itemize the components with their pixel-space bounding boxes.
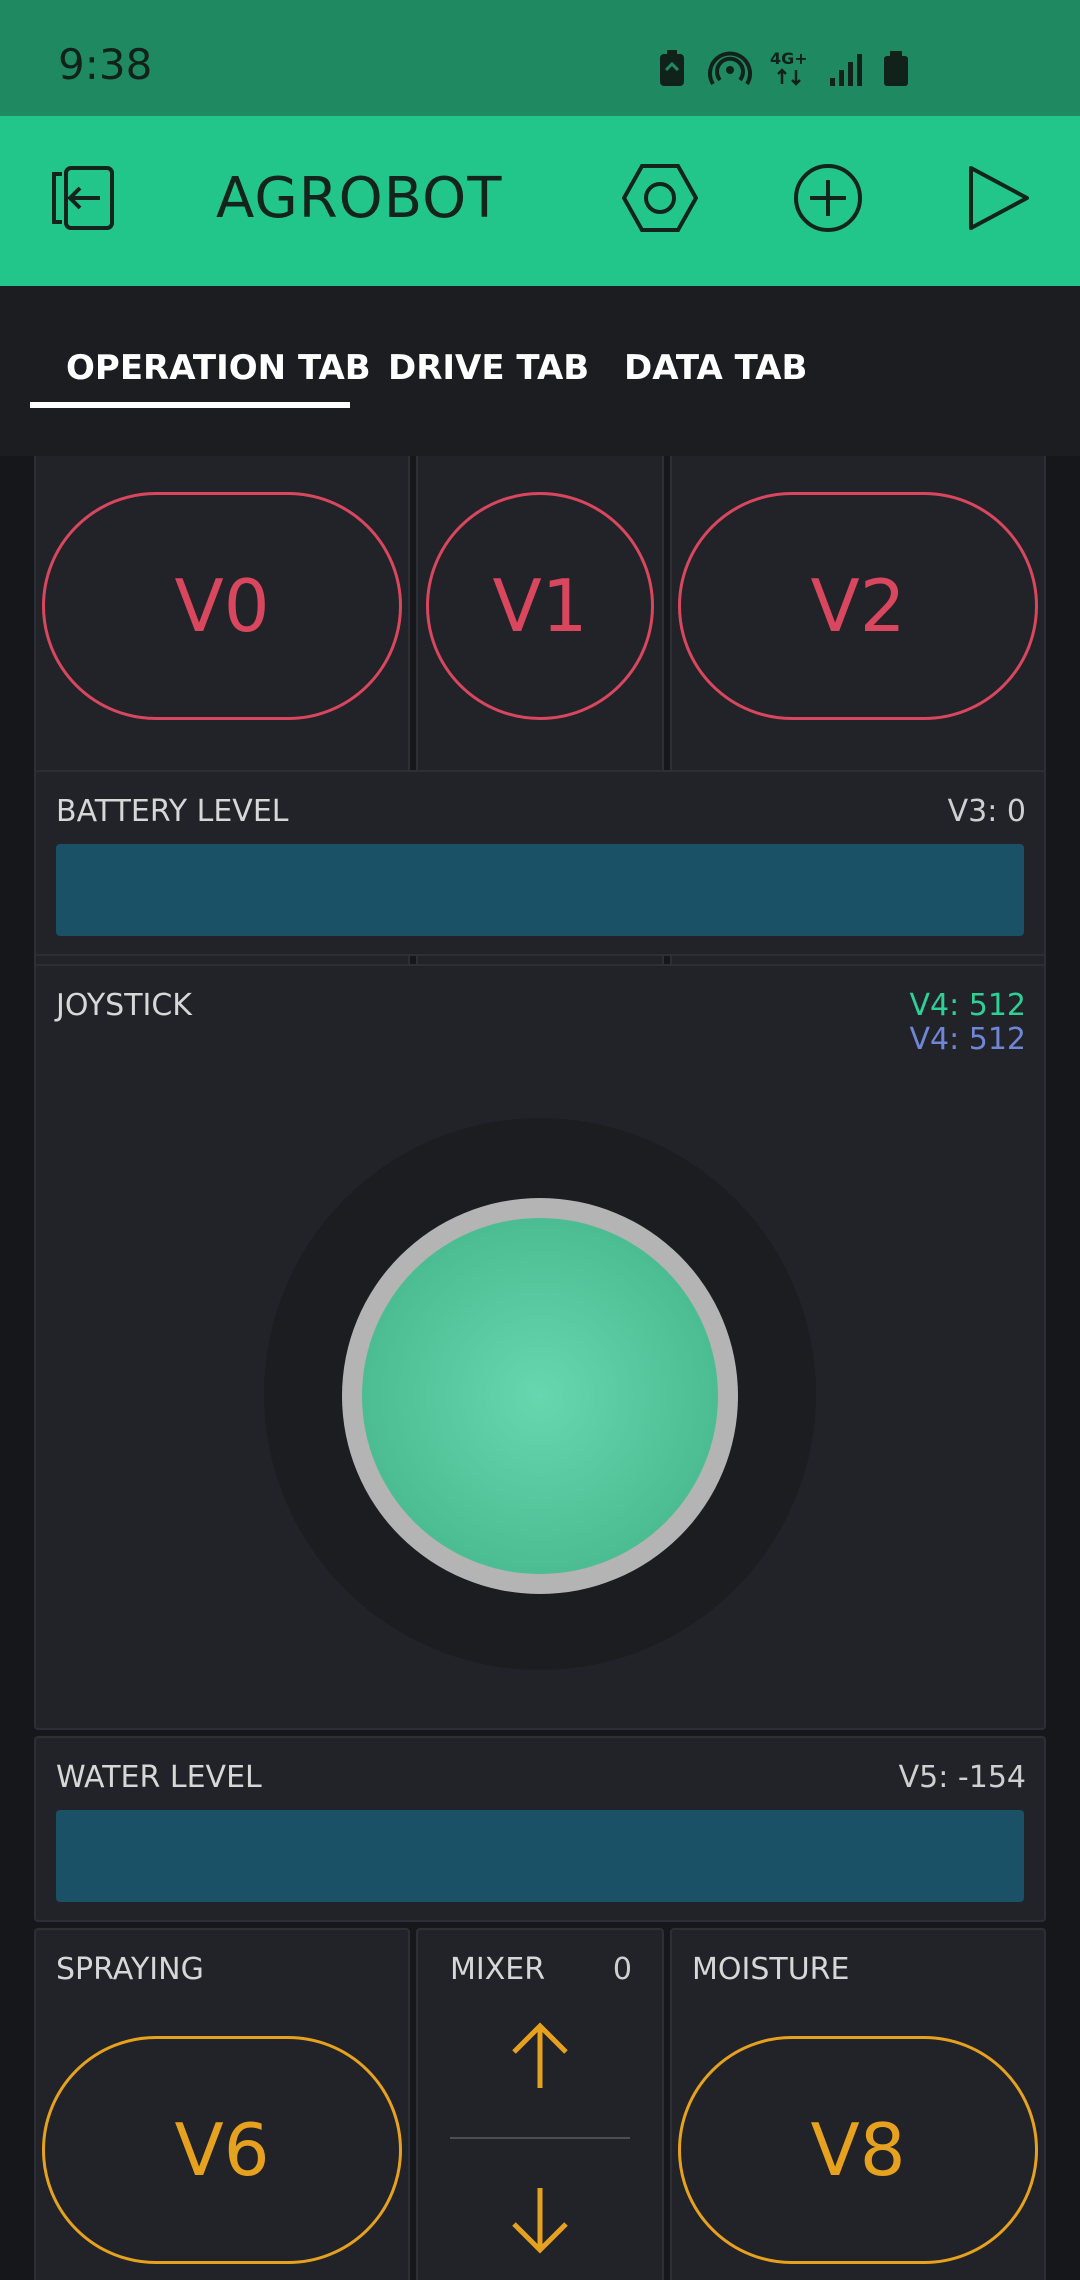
battery-level-pin: V3: 0	[947, 794, 1026, 829]
play-button[interactable]	[958, 160, 1038, 240]
battery-level-widget: BATTERY LEVEL V3: 0	[34, 770, 1046, 956]
exit-button[interactable]	[44, 160, 124, 240]
water-level-bar	[56, 1810, 1024, 1902]
tab-drive[interactable]: DRIVE TAB	[388, 348, 589, 388]
mixer-value: 0	[612, 1952, 632, 1987]
joystick-y-pin: V4: 512	[909, 1022, 1026, 1057]
widget-canvas[interactable]: V0 V1 V2 BATTERY LEVEL V3: 0 JOYSTICK V4…	[0, 456, 1080, 2280]
network-4g-icon: 4G+	[770, 50, 810, 88]
water-level-pin: V5: -154	[898, 1760, 1026, 1795]
spraying-label: SPRAYING	[56, 1952, 204, 1987]
mixer-label: MIXER	[450, 1952, 546, 1987]
v1-button[interactable]: V1	[426, 492, 654, 720]
v2-button[interactable]: V2	[678, 492, 1038, 720]
moisture-label: MOISTURE	[692, 1952, 850, 1987]
mixer-down-button[interactable]	[500, 2180, 580, 2260]
water-level-label: WATER LEVEL	[56, 1760, 262, 1795]
arrow-up-icon	[500, 2022, 580, 2100]
joystick-knob[interactable]	[362, 1218, 718, 1574]
arrow-down-icon	[500, 2188, 580, 2264]
active-tab-indicator	[30, 402, 350, 408]
tab-operation[interactable]: OPERATION TAB	[66, 348, 371, 388]
settings-hex-icon	[621, 160, 699, 240]
joystick-label: JOYSTICK	[56, 988, 192, 1023]
status-bar: 9:38 4G+	[0, 0, 1080, 116]
settings-button[interactable]	[620, 160, 700, 240]
water-level-widget: WATER LEVEL V5: -154	[34, 1736, 1046, 1922]
battery-level-bar	[56, 844, 1024, 936]
tab-data[interactable]: DATA TAB	[624, 348, 807, 388]
add-circle-icon	[792, 162, 864, 238]
joystick-x-pin: V4: 512	[909, 988, 1026, 1023]
tab-bar: OPERATION TAB DRIVE TAB DATA TAB	[0, 286, 1080, 456]
hotspot-icon	[708, 50, 752, 88]
mixer-divider	[450, 2137, 630, 2139]
battery-level-label: BATTERY LEVEL	[56, 794, 289, 829]
exit-icon	[46, 160, 122, 240]
status-icons: 4G+	[654, 50, 910, 88]
status-time: 9:38	[58, 40, 153, 89]
v8-button[interactable]: V8	[678, 2036, 1038, 2264]
play-icon	[963, 162, 1033, 238]
add-widget-button[interactable]	[788, 160, 868, 240]
network-4g-label: 4G+	[770, 49, 808, 68]
battery-saver-icon	[654, 50, 690, 88]
app-bar: AGROBOT	[0, 116, 1080, 286]
app-title: AGROBOT	[216, 166, 503, 231]
mixer-up-button[interactable]	[500, 2016, 580, 2096]
v0-button[interactable]: V0	[42, 492, 402, 720]
signal-icon	[828, 50, 864, 88]
battery-icon	[882, 50, 910, 88]
v6-button[interactable]: V6	[42, 2036, 402, 2264]
